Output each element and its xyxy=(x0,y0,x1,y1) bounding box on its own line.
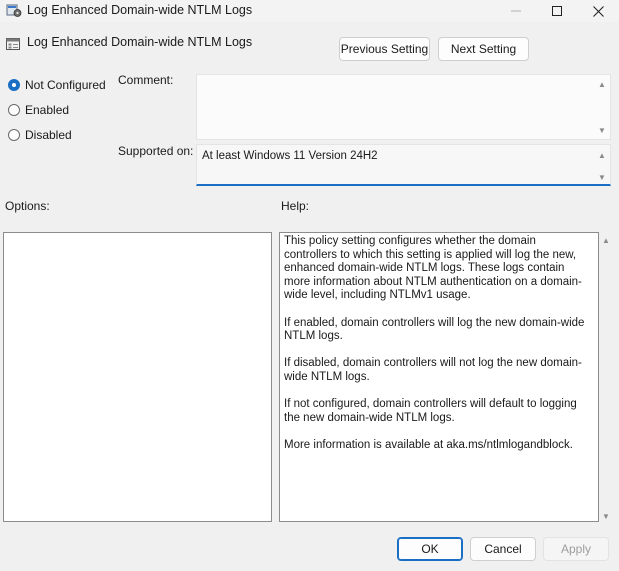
policy-setting-icon xyxy=(5,36,21,52)
maximize-button[interactable] xyxy=(537,0,577,22)
help-paragraph: If enabled, domain controllers will log … xyxy=(284,316,585,343)
previous-setting-button[interactable]: Previous Setting xyxy=(339,37,430,61)
supported-on-label: Supported on: xyxy=(118,144,194,158)
maximize-icon xyxy=(552,6,562,16)
help-paragraph: More information is available at aka.ms/… xyxy=(284,438,573,451)
radio-checked-icon xyxy=(8,79,20,91)
supported-on-field[interactable]: At least Windows 11 Version 24H2 xyxy=(196,144,611,186)
radio-label: Not Configured xyxy=(25,78,106,92)
supported-on-value: At least Windows 11 Version 24H2 xyxy=(202,150,378,162)
help-paragraph: If not configured, domain controllers wi… xyxy=(284,398,577,424)
apply-button[interactable]: Apply xyxy=(543,537,609,561)
help-paragraph: This policy setting configures whether t… xyxy=(284,235,582,302)
radio-unchecked-icon xyxy=(8,129,20,141)
options-panel xyxy=(3,232,272,522)
ok-button[interactable]: OK xyxy=(397,537,463,561)
comment-scroll-up-icon[interactable]: ▲ xyxy=(597,79,607,89)
radio-label: Enabled xyxy=(25,103,70,117)
supported-scroll-down-icon[interactable]: ▼ xyxy=(597,172,607,182)
supported-scroll-up-icon[interactable]: ▲ xyxy=(597,150,607,160)
comment-scroll-down-icon[interactable]: ▼ xyxy=(597,125,607,135)
help-scroll-up-icon[interactable]: ▲ xyxy=(601,235,611,245)
next-setting-button[interactable]: Next Setting xyxy=(438,37,529,61)
radio-unchecked-icon xyxy=(8,104,20,116)
options-label: Options: xyxy=(5,199,50,213)
radio-disabled[interactable]: Disabled xyxy=(8,128,72,142)
policy-name: Log Enhanced Domain-wide NTLM Logs xyxy=(27,35,253,49)
help-scroll-down-icon[interactable]: ▼ xyxy=(601,511,611,521)
close-icon xyxy=(592,5,604,17)
help-paragraph: If disabled, domain controllers will not… xyxy=(284,357,582,383)
minimize-button[interactable] xyxy=(496,0,536,22)
policy-app-icon xyxy=(6,3,22,17)
radio-not-configured[interactable]: Not Configured xyxy=(8,78,106,92)
comment-label: Comment: xyxy=(118,73,174,87)
help-label: Help: xyxy=(281,199,310,213)
cancel-button[interactable]: Cancel xyxy=(470,537,536,561)
comment-input[interactable] xyxy=(196,74,611,140)
minimize-icon xyxy=(511,10,521,12)
radio-label: Disabled xyxy=(25,128,72,142)
window-title: Log Enhanced Domain-wide NTLM Logs xyxy=(27,3,253,17)
help-text: This policy setting configures whether t… xyxy=(284,235,592,466)
radio-enabled[interactable]: Enabled xyxy=(8,103,69,117)
close-button[interactable] xyxy=(578,0,618,22)
help-panel[interactable]: This policy setting configures whether t… xyxy=(279,232,599,522)
